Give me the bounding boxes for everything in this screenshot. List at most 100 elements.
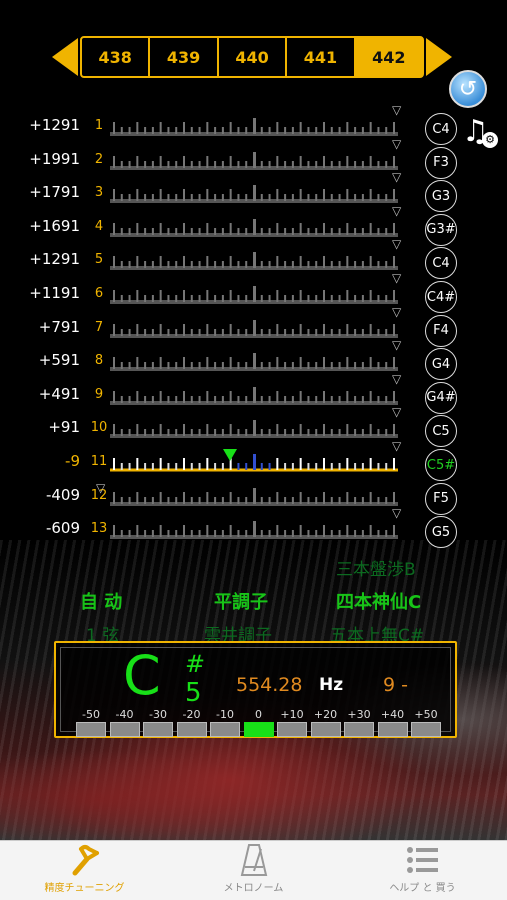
string-note-button[interactable]: G3# xyxy=(425,213,457,246)
string-row[interactable]: +1291 5 ▽ C4 xyxy=(0,237,507,280)
string-number: 3 xyxy=(94,185,104,201)
meter-segment: 0 xyxy=(243,708,274,737)
string-note-button[interactable]: C4 xyxy=(425,247,457,280)
string-marker-icon: ▽ xyxy=(392,170,402,185)
meter-bar xyxy=(176,722,207,737)
string-cents-offset: +1291 xyxy=(29,116,80,134)
string-row[interactable]: -9 11 ▽ C5# xyxy=(0,439,507,482)
auto-mode-button[interactable]: 自 动 xyxy=(80,588,122,614)
detected-note: C xyxy=(123,644,161,707)
string-note-button[interactable]: C5# xyxy=(425,449,457,481)
meter-segment: -30 xyxy=(143,708,173,737)
frequency-option-442[interactable]: 442 xyxy=(355,38,423,76)
next-frequency-arrow-icon[interactable] xyxy=(426,38,452,76)
pitch-indicator-icon xyxy=(223,449,237,461)
meter-label: -20 xyxy=(182,708,201,721)
frequency-option-441[interactable]: 441 xyxy=(287,38,356,76)
frequency-option-440[interactable]: 440 xyxy=(219,38,288,76)
reference-frequency-selector: 438 439 440 441 442 xyxy=(50,36,454,78)
string-cents-offset: +1691 xyxy=(29,216,80,235)
reset-button[interactable]: ↺ xyxy=(449,70,487,108)
list-icon xyxy=(338,841,507,879)
string-row[interactable]: -609 13 ▽ G5 xyxy=(0,506,507,549)
tuning-name-button[interactable]: 平調子 xyxy=(214,588,268,614)
meter-label: +20 xyxy=(313,708,338,721)
frequency-option-439[interactable]: 439 xyxy=(150,38,219,76)
string-note-button[interactable]: G3 xyxy=(425,180,457,213)
string-note-button[interactable]: F4 xyxy=(425,314,457,347)
string-cents-offset: +491 xyxy=(38,384,80,403)
string-row[interactable]: +1191 6 ▽ C4# xyxy=(0,271,507,314)
tab-metronome[interactable]: メトロノーム xyxy=(169,841,338,900)
string-marker-icon: ▽ xyxy=(392,371,402,386)
tuner-display: C # 5 554.28 Hz 9 - -50 -40 -30 -20 -10 0 +10 +… xyxy=(54,641,457,738)
tab-label-tuning: 精度チューニング xyxy=(44,883,125,894)
string-number: 10 xyxy=(90,420,108,436)
previous-frequency-arrow-icon[interactable] xyxy=(52,38,78,76)
string-cents-offset: -609 xyxy=(45,519,80,538)
string-cents-offset: +91 xyxy=(48,418,80,437)
string-row[interactable]: +1991 2 ▽ F3 xyxy=(0,137,507,180)
string-marker-icon: ▽ xyxy=(96,480,106,495)
string-tuning-track xyxy=(110,280,398,314)
string-cents-offset: +791 xyxy=(38,317,80,336)
string-number: 11 xyxy=(90,454,108,469)
frequency-option-438[interactable]: 438 xyxy=(82,38,151,76)
string-cents-offset: +1191 xyxy=(29,284,80,302)
string-note-button[interactable]: G5 xyxy=(425,516,457,549)
string-tuning-track xyxy=(110,246,398,280)
string-number: 5 xyxy=(94,252,104,268)
string-note-button[interactable]: C4# xyxy=(425,281,457,313)
preset-button[interactable]: 四本神仙C xyxy=(336,588,421,614)
meter-label: -50 xyxy=(82,708,100,721)
tuner-panel: C # 5 554.28 Hz 9 - -50 -40 -30 -20 -10 0 +10 +… xyxy=(60,644,451,737)
string-marker-icon: ▽ xyxy=(392,136,402,151)
tab-label-help: ヘルプ と 買う xyxy=(389,883,456,894)
string-row[interactable]: +591 8 ▽ G4 xyxy=(0,338,507,381)
string-number: 9 xyxy=(94,386,104,402)
meter-segment: +20 xyxy=(310,708,341,737)
meter-bar xyxy=(243,722,274,737)
string-row[interactable]: +1791 3 ▽ G3 xyxy=(0,170,507,213)
string-note-button[interactable]: G4# xyxy=(425,381,457,414)
string-number: 4 xyxy=(94,218,104,234)
string-tuning-track xyxy=(110,347,398,381)
string-note-button[interactable]: F3 xyxy=(425,146,457,179)
meter-bar xyxy=(377,722,408,737)
string-row[interactable]: -409 12 ▽ F5 xyxy=(0,480,507,516)
string-note-button[interactable]: F5 xyxy=(425,482,457,515)
meter-segment: -50 xyxy=(76,708,106,737)
string-number: 8 xyxy=(94,353,104,369)
string-cents-offset: -409 xyxy=(45,485,80,504)
meter-bar xyxy=(310,722,341,737)
string-marker-icon: ▽ xyxy=(392,203,402,218)
string-row[interactable]: +91 10 ▽ C5 xyxy=(0,405,507,448)
tab-precision-tuning[interactable]: 精度チューニング xyxy=(0,841,169,900)
string-cents-offset: +1791 xyxy=(29,183,80,202)
string-note-button[interactable]: G4 xyxy=(425,348,457,381)
string-number: 7 xyxy=(94,319,104,335)
meter-bar xyxy=(411,722,441,737)
note-accidental: # xyxy=(185,650,206,678)
string-tuning-track xyxy=(110,314,398,348)
string-row[interactable]: +491 9 ▽ G4# xyxy=(0,372,507,415)
meter-label: 0 xyxy=(255,708,262,721)
string-marker-icon: ▽ xyxy=(392,304,402,319)
string-row[interactable]: +1291 1 ▽ C4 xyxy=(0,103,507,146)
meter-segment: +10 xyxy=(277,708,307,737)
meter-label: -30 xyxy=(149,708,167,721)
string-row[interactable]: +1691 4 ▽ G3# xyxy=(0,204,507,247)
preset-label-top[interactable]: 三本盤渉B xyxy=(336,555,416,580)
metronome-icon xyxy=(169,841,338,879)
tab-help-and-buy[interactable]: ヘルプ と 買う xyxy=(338,841,507,900)
meter-segment: -20 xyxy=(176,708,207,737)
string-note-button[interactable]: C4 xyxy=(425,113,457,145)
string-marker-icon: ▽ xyxy=(392,237,402,252)
meter-bar xyxy=(143,722,173,737)
string-tuning-track xyxy=(110,482,398,516)
string-tuning-track xyxy=(110,414,398,448)
string-note-button[interactable]: C5 xyxy=(425,415,457,448)
string-cents-offset: +1291 xyxy=(29,250,80,269)
meter-bar xyxy=(277,722,307,737)
string-row[interactable]: +791 7 ▽ F4 xyxy=(0,305,507,348)
